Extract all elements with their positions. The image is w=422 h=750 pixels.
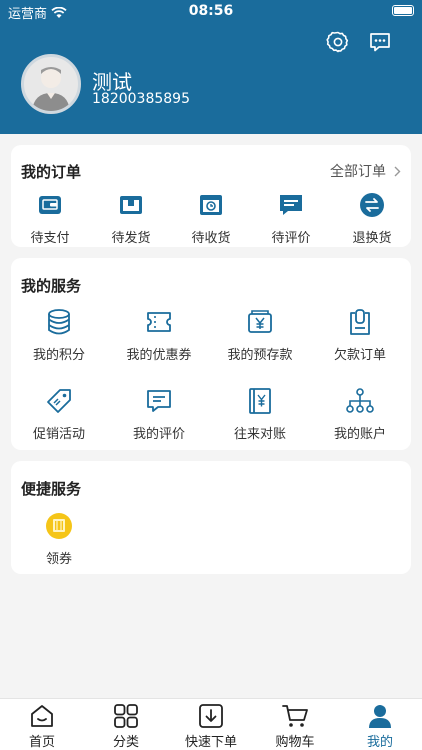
exchange-icon xyxy=(360,193,384,217)
services-title: 我的服务 xyxy=(21,277,82,295)
ledger-icon xyxy=(249,388,271,414)
service-points[interactable]: 我的积分 xyxy=(11,307,107,363)
tab-label: 快速下单 xyxy=(184,735,237,750)
service-item-label: 我的账户 xyxy=(333,427,386,442)
quick-services-title: 便捷服务 xyxy=(21,480,82,498)
download-box-icon xyxy=(199,704,223,728)
service-item-label: 我的评价 xyxy=(132,427,185,442)
chevron-right-icon xyxy=(394,166,401,176)
order-item-label: 待收货 xyxy=(191,231,231,246)
comment-icon xyxy=(280,195,302,215)
tab-label: 购物车 xyxy=(275,735,315,750)
service-deposit[interactable]: 我的预存款 xyxy=(212,307,308,363)
order-item-label: 退换货 xyxy=(352,231,392,246)
coins-stack-icon xyxy=(48,309,70,335)
delivery-clock-icon xyxy=(200,195,222,215)
quick-services-card: 便捷服务 领券 xyxy=(11,461,411,574)
gear-icon[interactable] xyxy=(326,30,350,54)
message-lines-icon xyxy=(147,390,171,412)
cart-icon xyxy=(282,705,308,727)
service-item-label: 我的优惠券 xyxy=(126,348,192,363)
tab-label: 首页 xyxy=(28,735,55,750)
home-icon xyxy=(31,705,53,727)
service-arrears-orders[interactable]: 欠款订单 xyxy=(312,307,408,363)
service-reviews[interactable]: 我的评价 xyxy=(111,386,207,442)
tab-mine[interactable]: 我的 xyxy=(338,703,422,750)
service-coupons[interactable]: 我的优惠券 xyxy=(111,307,207,363)
tab-label: 分类 xyxy=(112,735,139,750)
gift-coupon-icon xyxy=(46,513,72,539)
service-reconciliation[interactable]: 往来对账 xyxy=(212,386,308,442)
box-icon xyxy=(120,196,142,214)
wallet-icon xyxy=(39,196,61,214)
person-icon xyxy=(369,705,391,728)
orders-title: 我的订单 xyxy=(21,163,82,181)
all-orders-link[interactable]: 全部订单 xyxy=(330,161,401,181)
coupon-icon xyxy=(147,312,171,332)
orders-card: 我的订单 全部订单 待支付 待发货 待收货 待评价 退换货 xyxy=(11,145,411,247)
tab-category[interactable]: 分类 xyxy=(84,703,168,750)
tab-cart[interactable]: 购物车 xyxy=(253,703,337,750)
order-item-label: 待发货 xyxy=(111,231,151,246)
status-time: 08:56 xyxy=(188,3,234,19)
clipboard-icon xyxy=(350,309,370,335)
user-avatar-icon xyxy=(32,67,70,111)
tab-label: 我的 xyxy=(366,735,393,750)
order-returns[interactable]: 退换货 xyxy=(324,190,420,246)
service-account[interactable]: 我的账户 xyxy=(312,386,408,442)
grid-icon xyxy=(114,704,138,728)
battery-icon xyxy=(392,5,414,16)
services-card: 我的服务 我的积分 我的优惠券 我的预存款 欠款订单 促销活动 我的评价 往来对… xyxy=(11,258,411,450)
message-icon[interactable] xyxy=(368,30,392,54)
tab-bar: 首页 分类 快速下单 购物车 我的 xyxy=(0,698,422,750)
tab-home[interactable]: 首页 xyxy=(0,703,84,750)
service-promotions[interactable]: 促销活动 xyxy=(11,386,107,442)
all-orders-label: 全部订单 xyxy=(330,164,386,180)
profile-header: 运营商 08:56 测试 18200385895 xyxy=(0,0,422,134)
order-item-label: 待评价 xyxy=(271,231,311,246)
avatar[interactable] xyxy=(21,54,81,114)
order-item-label: 待支付 xyxy=(30,231,70,246)
quick-item-label: 领券 xyxy=(45,552,72,567)
quick-coupon[interactable]: 领券 xyxy=(11,511,107,567)
org-tree-icon xyxy=(346,388,374,413)
service-item-label: 促销活动 xyxy=(32,427,85,442)
service-item-label: 我的预存款 xyxy=(227,348,293,363)
tab-quick-order[interactable]: 快速下单 xyxy=(169,703,253,750)
tag-icon xyxy=(47,389,71,413)
service-item-label: 我的积分 xyxy=(32,348,85,363)
yuan-wallet-icon xyxy=(248,310,272,333)
status-bar: 运营商 08:56 xyxy=(0,0,422,22)
service-item-label: 往来对账 xyxy=(233,427,286,442)
user-phone: 18200385895 xyxy=(92,91,190,107)
service-item-label: 欠款订单 xyxy=(333,348,386,363)
